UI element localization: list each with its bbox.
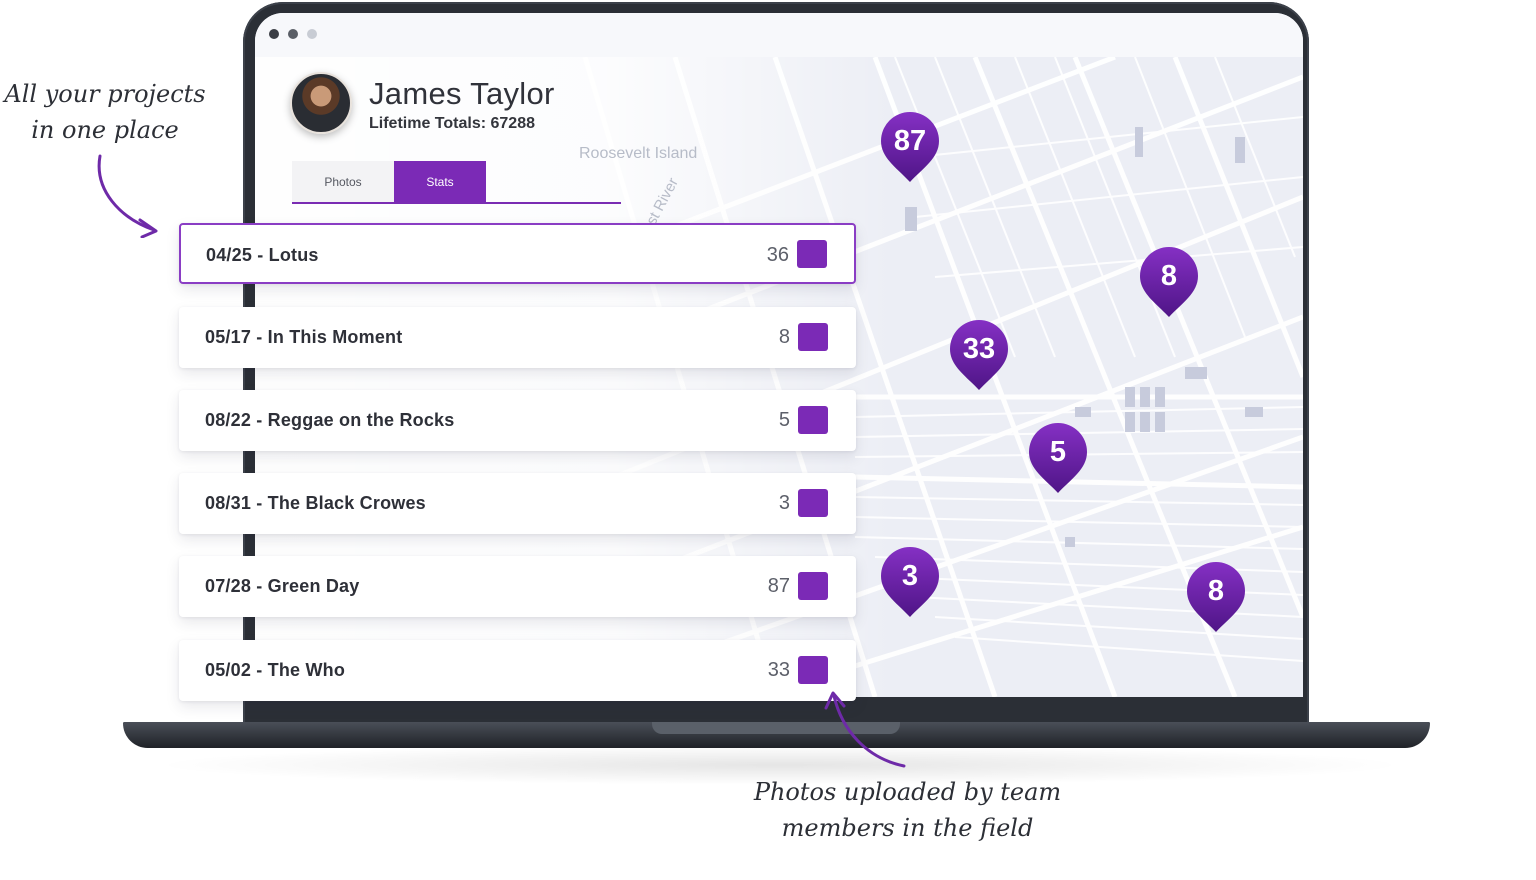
- lifetime-totals: Lifetime Totals: 67288: [369, 115, 535, 132]
- map-pin[interactable]: 8: [1185, 560, 1247, 634]
- project-row[interactable]: 07/28 - Green Day 87: [179, 556, 856, 617]
- annotation-line: members in the field: [781, 814, 1034, 842]
- pin-count: 8: [1160, 260, 1178, 292]
- map-pin[interactable]: 3: [879, 545, 941, 619]
- project-label: 08/22 - Reggae on the Rocks: [205, 410, 455, 430]
- photo-count: 8: [778, 326, 790, 348]
- arrow-projects-icon: [97, 154, 158, 238]
- arrow-photos-icon: [824, 691, 906, 768]
- project-label: 05/02 - The Who: [205, 660, 346, 680]
- project-label: 05/17 - In This Moment: [205, 327, 403, 347]
- photo-count: 3: [778, 492, 790, 514]
- photo-count: 5: [778, 409, 790, 431]
- pin-count: 87: [893, 125, 927, 157]
- tab-stats[interactable]: Stats: [394, 161, 486, 202]
- annotation-line: All your projects: [4, 80, 206, 108]
- annotation-line: in one place: [31, 116, 179, 144]
- project-row[interactable]: 05/02 - The Who 33: [179, 640, 856, 701]
- profile-name: James Taylor: [369, 76, 555, 111]
- annotation-photos: Photos uploaded by team members in the f…: [725, 774, 1090, 846]
- annotation-line: Photos uploaded by team: [753, 778, 1062, 806]
- image-icon[interactable]: [798, 406, 828, 434]
- photo-count: 33: [767, 659, 790, 681]
- image-icon[interactable]: [798, 572, 828, 600]
- window-titlebar: [255, 13, 1303, 57]
- map-pin[interactable]: 5: [1027, 421, 1089, 495]
- pin-count: 8: [1207, 575, 1225, 607]
- pin-count: 33: [962, 333, 996, 365]
- project-row[interactable]: 08/31 - The Black Crowes 3: [179, 473, 856, 534]
- pin-count: 3: [901, 560, 919, 592]
- map-pin[interactable]: 87: [879, 110, 941, 184]
- photo-count: 87: [767, 575, 790, 597]
- image-icon[interactable]: [798, 489, 828, 517]
- image-icon[interactable]: [798, 656, 828, 684]
- map-pin[interactable]: 8: [1138, 245, 1200, 319]
- window-minimize-dot[interactable]: [288, 29, 298, 39]
- project-row[interactable]: 05/17 - In This Moment 8: [179, 307, 856, 368]
- project-label: 08/31 - The Black Crowes: [205, 493, 426, 513]
- image-icon[interactable]: [797, 240, 827, 268]
- pin-count: 5: [1049, 436, 1067, 468]
- annotation-projects: All your projects in one place: [0, 76, 210, 148]
- project-label: 04/25 - Lotus: [206, 245, 319, 265]
- tab-photos[interactable]: Photos: [292, 161, 394, 202]
- project-row[interactable]: 08/22 - Reggae on the Rocks 5: [179, 390, 856, 451]
- tab-bar: Photos Stats: [292, 161, 621, 204]
- project-row[interactable]: 04/25 - Lotus 36: [179, 223, 856, 284]
- project-label: 07/28 - Green Day: [205, 576, 360, 596]
- window-close-dot[interactable]: [269, 29, 279, 39]
- avatar[interactable]: [290, 72, 352, 134]
- map-pin[interactable]: 33: [948, 318, 1010, 392]
- window-maximize-dot[interactable]: [307, 29, 317, 39]
- photo-count: 36: [766, 244, 789, 266]
- image-icon[interactable]: [798, 323, 828, 351]
